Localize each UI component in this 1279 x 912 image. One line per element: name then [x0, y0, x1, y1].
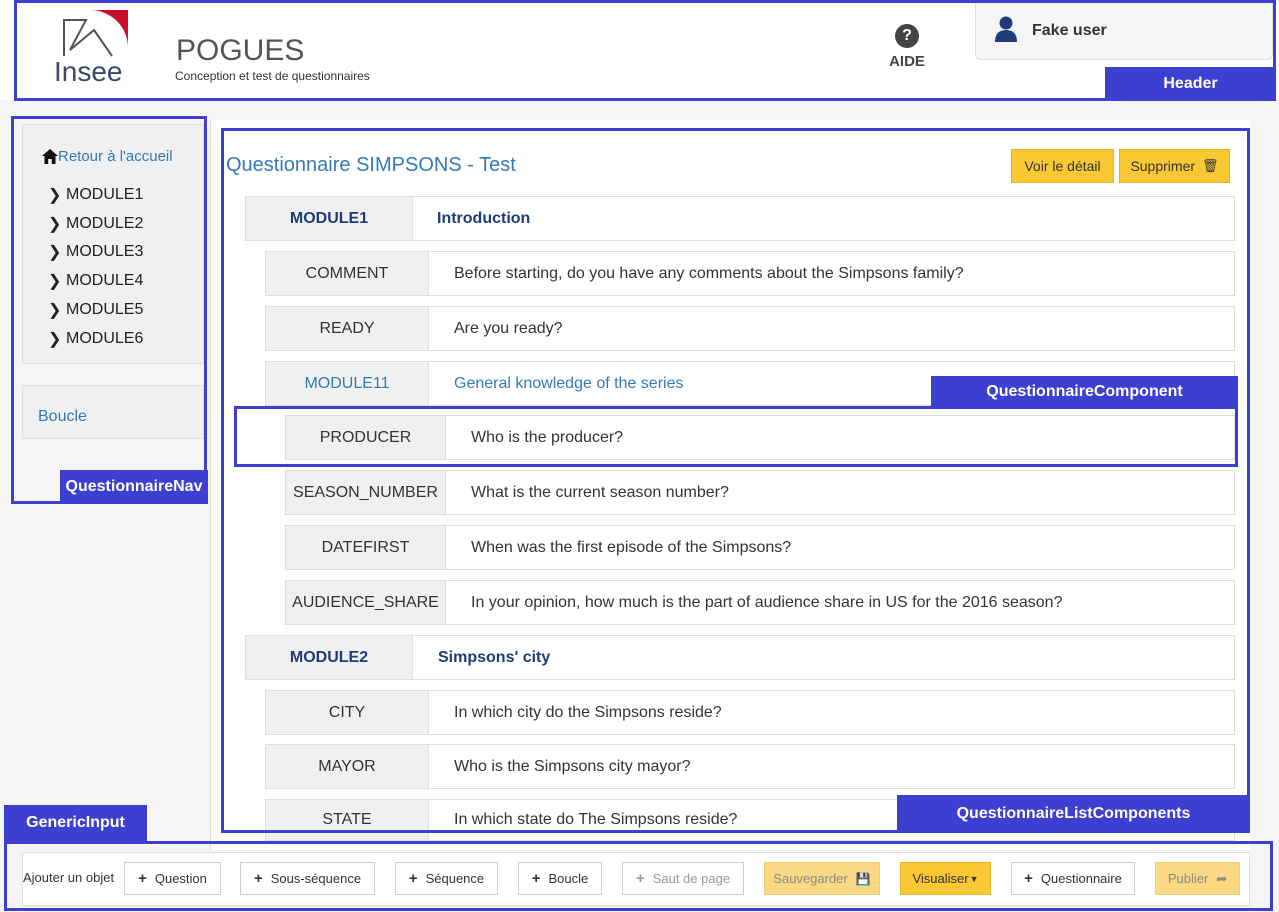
nav-annotation-frame: [11, 116, 207, 504]
footer-annotation-tag: GenericInput: [4, 805, 147, 841]
footer-annotation-frame: [4, 841, 1273, 911]
header-annotation-tag: Header: [1105, 67, 1276, 101]
list-annotation-tag: QuestionnaireListComponents: [897, 795, 1250, 833]
header-annotation-frame: [14, 0, 1276, 101]
nav-annotation-tag: QuestionnaireNav: [60, 470, 208, 504]
list-annotation-frame: [221, 128, 1250, 833]
